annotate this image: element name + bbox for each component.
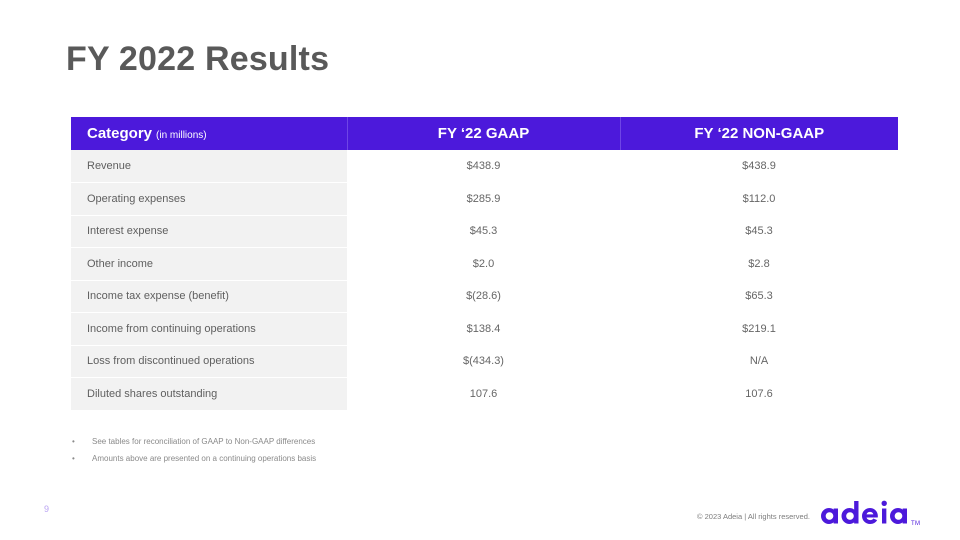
trademark-symbol: TM [911, 521, 921, 527]
adeia-logo: TM [818, 496, 920, 530]
column-header-gaap: FY ‘22 GAAP [347, 117, 621, 150]
cell-non-gaap: N/A [620, 345, 898, 378]
bullet-icon: • [72, 454, 75, 463]
footnote-item: • See tables for reconciliation of GAAP … [72, 433, 592, 450]
footnote-text: See tables for reconciliation of GAAP to… [92, 437, 316, 446]
slide-canvas: FY 2022 Results Category (in millions) FY… [0, 0, 960, 540]
cell-non-gaap: $65.3 [620, 280, 898, 313]
cell-gaap: $2.0 [347, 247, 620, 280]
copyright-text: © 2023 Adeia | All rights reserved. [697, 512, 810, 521]
bullet-icon: • [72, 437, 75, 446]
cell-non-gaap: 107.6 [620, 377, 898, 410]
table-row: Revenue $438.9 $438.9 [71, 150, 898, 183]
table-row: Loss from discontinued operations $(434.… [71, 345, 898, 378]
row-label: Revenue [71, 150, 347, 183]
footnote-item: • Amounts above are presented on a conti… [72, 450, 592, 467]
results-table: Category (in millions) FY ‘22 GAAP FY ‘22… [71, 117, 898, 410]
results-table-container: Category (in millions) FY ‘22 GAAP FY ‘22… [71, 117, 898, 410]
column-header-non-gaap: FY ‘22 NON-GAAP [620, 117, 898, 150]
table-row: Other income $2.0 $2.8 [71, 247, 898, 281]
table-row: Income from continuing operations $138.4… [71, 312, 898, 346]
table-row: Income tax expense (benefit) $(28.6) $65… [71, 280, 898, 313]
page-title: FY 2022 Results [66, 40, 330, 78]
row-label: Diluted shares outstanding [71, 377, 347, 410]
row-label: Interest expense [71, 215, 347, 248]
column-header-category: Category (in millions) [71, 117, 348, 150]
cell-non-gaap: $438.9 [620, 150, 898, 183]
cell-non-gaap: $2.8 [620, 247, 898, 280]
table-row: Diluted shares outstanding 107.6 107.6 [71, 377, 898, 410]
row-label: Income tax expense (benefit) [71, 280, 347, 313]
table-header-row: Category (in millions) FY ‘22 GAAP FY ‘22… [71, 117, 898, 150]
cell-gaap: $(434.3) [347, 345, 620, 378]
row-label: Operating expenses [71, 182, 347, 216]
table-row: Operating expenses $285.9 $112.0 [71, 182, 898, 216]
row-label: Other income [71, 247, 347, 281]
cell-gaap: $138.4 [347, 312, 620, 345]
row-label: Loss from discontinued operations [71, 345, 347, 378]
cell-gaap: $(28.6) [347, 280, 620, 313]
cell-gaap: 107.6 [347, 377, 620, 410]
cell-non-gaap: $45.3 [620, 215, 898, 248]
cell-gaap: $45.3 [347, 215, 620, 248]
cell-non-gaap: $112.0 [620, 182, 898, 215]
adeia-wordmark-icon [821, 500, 907, 524]
cell-gaap: $285.9 [347, 182, 620, 215]
cell-non-gaap: $219.1 [620, 312, 898, 345]
table-row: Interest expense $45.3 $45.3 [71, 215, 898, 248]
column-header-category-label: Category [87, 125, 153, 142]
table-body: Revenue $438.9 $438.9 Operating expenses… [71, 150, 898, 410]
table-header: Category (in millions) FY ‘22 GAAP FY ‘22… [71, 117, 898, 150]
footnotes-list: • See tables for reconciliation of GAAP … [72, 433, 592, 467]
row-label: Income from continuing operations [71, 312, 347, 346]
cell-gaap: $438.9 [347, 150, 620, 183]
column-header-category-unit: (in millions) [156, 130, 207, 141]
footnote-text: Amounts above are presented on a continu… [92, 454, 317, 463]
page-number: 9 [44, 504, 50, 514]
